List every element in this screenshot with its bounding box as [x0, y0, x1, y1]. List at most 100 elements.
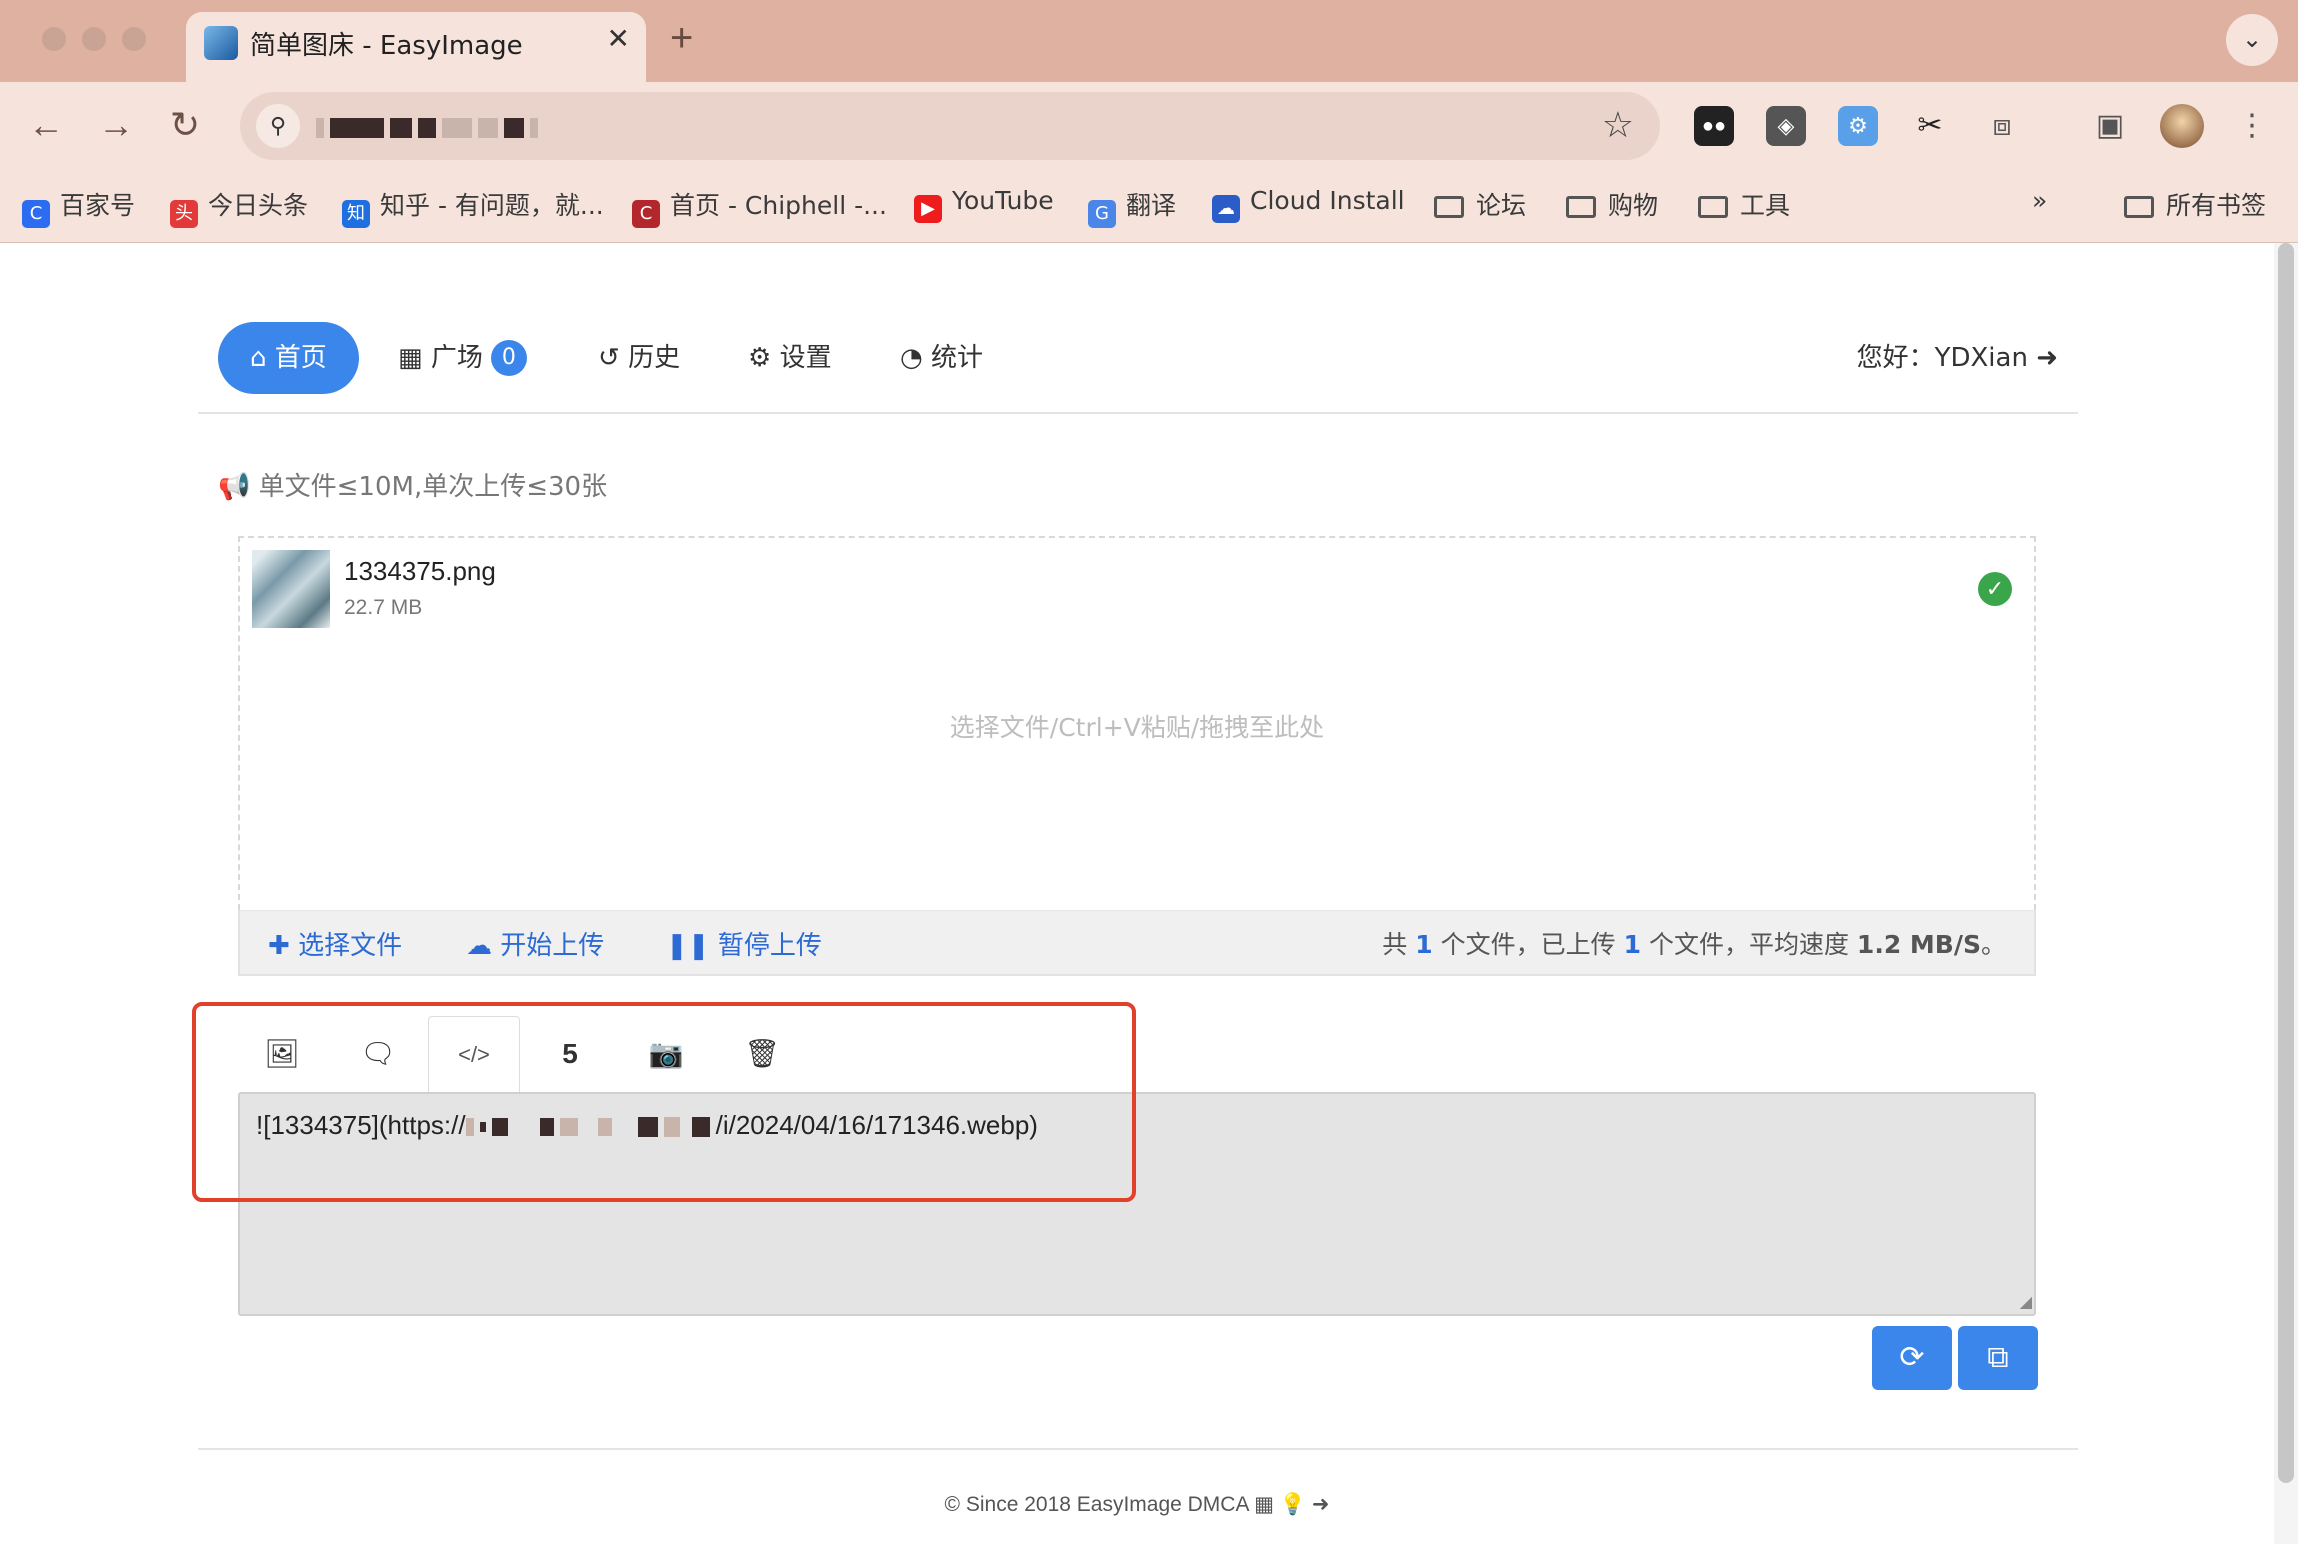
- start-upload-button[interactable]: ☁ 开始上传: [466, 925, 604, 962]
- all-bookmarks-label: 所有书签: [2166, 191, 2267, 220]
- bookmark-item[interactable]: 知知乎 - 有问题，就...: [342, 186, 604, 228]
- nav-history-label: 历史: [628, 343, 681, 373]
- bookmark-item[interactable]: 头今日头条: [170, 186, 308, 228]
- lightbulb-icon[interactable]: 💡: [1280, 1493, 1306, 1516]
- window-close-dot[interactable]: [42, 27, 66, 51]
- bookmark-label: 购物: [1608, 191, 1659, 220]
- pie-chart-icon: ◔: [900, 343, 931, 373]
- history-icon: ↺: [598, 343, 629, 373]
- bookmark-item[interactable]: 论坛: [1434, 186, 1526, 222]
- upload-dropzone[interactable]: 1334375.png 22.7 MB ✓ 选择文件/Ctrl+V粘贴/拖拽至此…: [238, 536, 2036, 910]
- drop-hint: 选择文件/Ctrl+V粘贴/拖拽至此处: [949, 713, 1325, 742]
- start-upload-label: 开始上传: [500, 931, 605, 961]
- pause-icon: ❚❚: [666, 931, 718, 961]
- nav-settings-label: 设置: [779, 343, 832, 373]
- tab-title: 简单图床 - EasyImage: [250, 31, 523, 61]
- pause-upload-button[interactable]: ❚❚ 暂停上传: [666, 925, 822, 962]
- browser-tab-active[interactable]: 简单图床 - EasyImage ✕: [186, 12, 646, 82]
- folder-icon: [2124, 196, 2154, 218]
- bookmark-item[interactable]: ☁ Cloud Install: [1212, 186, 1405, 223]
- window-minimize-dot[interactable]: [82, 27, 106, 51]
- megaphone-icon: 📢: [218, 472, 259, 502]
- url-text-redacted: [316, 110, 544, 142]
- annotation-highlight-box: [192, 1002, 1136, 1202]
- nav-stats[interactable]: ◔ 统计: [900, 322, 983, 394]
- browser-toolbar: ← → ↻ ⚲ ☆ ●● ◈ ⚙ ✂ ⧈ ▣ ⋮: [0, 82, 2298, 172]
- file-name: 1334375.png: [344, 556, 496, 586]
- stats-end: 。: [1980, 930, 2006, 959]
- window-zoom-dot[interactable]: [122, 27, 146, 51]
- textarea-resize-handle[interactable]: ◢: [2020, 1292, 2032, 1312]
- baijiahao-icon: C: [22, 200, 50, 228]
- bitwarden-extension-icon[interactable]: ◈: [1766, 106, 1806, 146]
- upload-success-check-icon: ✓: [1978, 572, 2012, 606]
- bookmark-star-icon[interactable]: ☆: [1602, 104, 1634, 146]
- new-tab-button[interactable]: +: [670, 16, 693, 61]
- user-greeting[interactable]: 您好：YDXian ➜: [1857, 322, 2058, 394]
- nav-history[interactable]: ↺ 历史: [598, 322, 680, 394]
- logout-icon[interactable]: ➜: [1312, 1493, 1330, 1516]
- tab-search-chevron-icon[interactable]: ⌄: [2226, 14, 2278, 66]
- back-arrow-icon[interactable]: ←: [28, 104, 64, 146]
- bookmark-item[interactable]: ▶ YouTube: [914, 186, 1054, 223]
- bookmarks-bar: » 所有书签 C 百家号 头今日头条知知乎 - 有问题，就... C 首页 - Chip…: [0, 172, 2298, 243]
- bookmark-item[interactable]: 工具: [1698, 186, 1790, 222]
- nav-divider: [198, 412, 2078, 414]
- refresh-button[interactable]: ⟳: [1872, 1326, 1952, 1390]
- browser-menu-icon[interactable]: ⋮: [2232, 106, 2272, 146]
- folder-icon: [1434, 196, 1464, 218]
- bookmark-label: 论坛: [1476, 191, 1527, 220]
- logout-icon: ➜: [2027, 343, 2058, 373]
- extensions-puzzle-icon[interactable]: ⧈: [1982, 106, 2022, 146]
- easyimage-favicon-icon: [204, 26, 238, 60]
- nav-home[interactable]: ⌂ 首页: [218, 322, 359, 394]
- bookmark-label: 首页 - Chiphell -...: [670, 191, 887, 220]
- all-bookmarks-button[interactable]: 所有书签: [2124, 186, 2266, 222]
- tampermonkey-extension-icon[interactable]: ●●: [1694, 106, 1734, 146]
- notice-text: 单文件≤10M,单次上传≤30张: [258, 472, 608, 502]
- cloud-upload-icon: ☁: [466, 931, 501, 961]
- browser-tabstrip: 简单图床 - EasyImage ✕ + ⌄: [0, 0, 2298, 82]
- copy-button[interactable]: ⧉: [1958, 1326, 2038, 1390]
- reload-icon[interactable]: ↻: [170, 104, 200, 146]
- plus-icon: ✚: [268, 931, 299, 961]
- qrcode-icon[interactable]: ▦: [1254, 1493, 1274, 1516]
- home-icon: ⌂: [250, 343, 275, 373]
- upload-notice: 📢 单文件≤10M,单次上传≤30张: [218, 466, 607, 503]
- grid-icon: ▦: [398, 343, 431, 373]
- bookmark-item[interactable]: G 翻译: [1088, 186, 1176, 228]
- bookmark-item[interactable]: C 首页 - Chiphell -...: [632, 186, 887, 228]
- site-nav: ⌂ 首页 ▦ 广场 0 ↺ 历史 ⚙ 设置 ◔ 统计 您好：YDXian ➜: [218, 322, 2058, 394]
- side-panel-icon[interactable]: ▣: [2090, 106, 2130, 146]
- address-bar[interactable]: ⚲ ☆: [240, 92, 1660, 160]
- forward-arrow-icon[interactable]: →: [98, 104, 134, 146]
- screenshot-extension-icon[interactable]: ✂: [1910, 106, 1950, 146]
- upload-speed: 1.2 MB/S: [1856, 930, 1981, 959]
- stats-speed-label: 个文件，平均速度: [1648, 930, 1849, 959]
- youtube-icon: ▶: [914, 195, 942, 223]
- nav-square-label: 广场: [430, 343, 483, 373]
- upload-action-bar: ✚ 选择文件 ☁ 开始上传 ❚❚ 暂停上传 共 1 个文件，已上传 1 个文件，…: [238, 910, 2036, 976]
- upload-stats: 共 1 个文件，已上传 1 个文件，平均速度 1.2 MB/S。: [1382, 925, 2006, 961]
- site-settings-icon[interactable]: ⚲: [256, 104, 300, 148]
- nav-square[interactable]: ▦ 广场 0: [398, 322, 527, 394]
- page-scrollbar[interactable]: [2274, 243, 2298, 1544]
- bookmark-label: YouTube: [952, 186, 1054, 215]
- nav-settings[interactable]: ⚙ 设置: [748, 322, 832, 394]
- greeting-label: 您好：YDXian: [1856, 343, 2028, 373]
- footer-text: © Since 2018 EasyImage DMCA: [944, 1493, 1249, 1516]
- bookmark-item[interactable]: C 百家号: [22, 186, 135, 228]
- gears-icon: ⚙: [748, 343, 780, 373]
- bookmark-label: 百家号: [60, 191, 136, 220]
- bookmark-item[interactable]: 购物: [1566, 186, 1658, 222]
- square-count-badge: 0: [490, 340, 527, 376]
- tab-close-icon[interactable]: ✕: [607, 22, 630, 55]
- translate-icon: G: [1088, 200, 1116, 228]
- profile-avatar[interactable]: [2160, 104, 2204, 148]
- select-files-button[interactable]: ✚ 选择文件: [268, 925, 402, 962]
- bookmark-label: 工具: [1740, 191, 1791, 220]
- translate-extension-icon[interactable]: ⚙: [1838, 106, 1878, 146]
- stats-prefix: 共: [1382, 930, 1408, 959]
- bookmarks-overflow-button[interactable]: »: [2032, 186, 2047, 215]
- scrollbar-thumb[interactable]: [2278, 243, 2294, 1483]
